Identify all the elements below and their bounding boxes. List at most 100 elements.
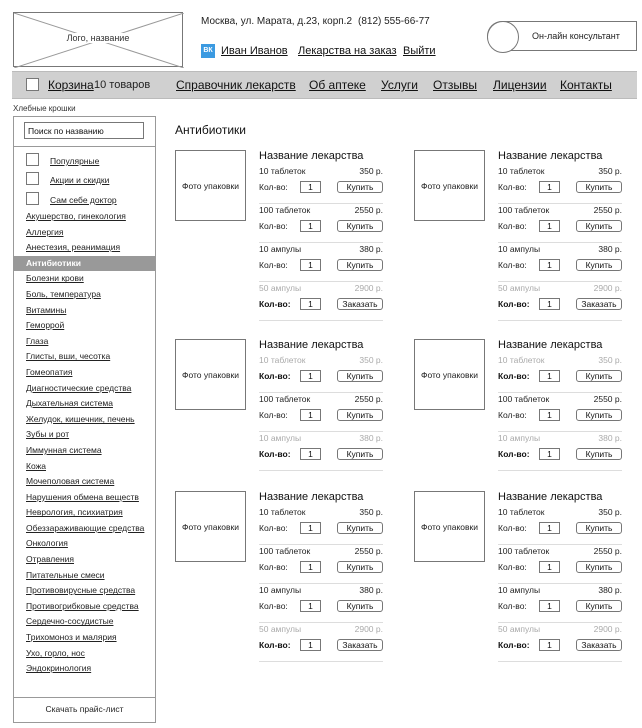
order-button[interactable]: Заказать: [337, 639, 383, 651]
sidebar-category-item[interactable]: Сердечно-сосудистые: [14, 614, 155, 630]
sidebar-category-item[interactable]: Мочеполовая система: [14, 474, 155, 490]
sidebar-category-item[interactable]: Дыхательная система: [14, 396, 155, 412]
product-photo[interactable]: Фото упаковки: [414, 491, 485, 562]
nav-link-services[interactable]: Услуги: [381, 78, 418, 92]
sidebar-category-item[interactable]: Противовирусные средства: [14, 583, 155, 599]
quantity-input[interactable]: 1: [539, 409, 560, 421]
sidebar-category-item[interactable]: Отравления: [14, 552, 155, 568]
buy-button[interactable]: Купить: [337, 561, 383, 573]
sidebar-category-item[interactable]: Боль, температура: [14, 287, 155, 303]
sidebar-category-item[interactable]: Гомеопатия: [14, 365, 155, 381]
product-name[interactable]: Название лекарства: [259, 150, 363, 162]
sidebar-category-item[interactable]: Зубы и рот: [14, 427, 155, 443]
buy-button[interactable]: Купить: [576, 522, 622, 534]
vk-icon[interactable]: ВК: [201, 44, 215, 58]
quantity-input[interactable]: 1: [300, 600, 321, 612]
quantity-input[interactable]: 1: [300, 259, 321, 271]
quantity-input[interactable]: 1: [539, 522, 560, 534]
sidebar-category-item[interactable]: Глисты, вши, чесотка: [14, 349, 155, 365]
download-price-list-link[interactable]: Скачать прайс-лист: [14, 704, 155, 714]
nav-link-reviews[interactable]: Отзывы: [433, 78, 477, 92]
sidebar-item-popular[interactable]: Популярные: [50, 156, 99, 166]
logout-link[interactable]: Выйти: [403, 45, 436, 57]
quantity-input[interactable]: 1: [300, 561, 321, 573]
product-name[interactable]: Название лекарства: [498, 491, 602, 503]
sidebar-category-item[interactable]: Обеззараживающие средства: [14, 521, 155, 537]
order-button[interactable]: Купить: [576, 448, 622, 460]
quantity-input[interactable]: 1: [300, 220, 321, 232]
sidebar-category-item[interactable]: Питательные смеси: [14, 568, 155, 584]
sidebar-item-promo[interactable]: Акции и скидки: [50, 175, 109, 185]
sidebar-category-item[interactable]: Диагностические средства: [14, 381, 155, 397]
sidebar-category-item[interactable]: Витамины: [14, 303, 155, 319]
sidebar-item-self-doctor[interactable]: Сам себе доктор: [50, 195, 117, 205]
sidebar-category-item[interactable]: Желудок, кишечник, печень: [14, 412, 155, 428]
buy-button[interactable]: Купить: [337, 409, 383, 421]
buy-button[interactable]: Купить: [337, 600, 383, 612]
product-name[interactable]: Название лекарства: [259, 491, 363, 503]
buy-button[interactable]: Купить: [337, 259, 383, 271]
product-name[interactable]: Название лекарства: [498, 150, 602, 162]
product-name[interactable]: Название лекарства: [259, 339, 363, 351]
quantity-input[interactable]: 1: [300, 298, 321, 310]
quantity-input[interactable]: 1: [300, 639, 321, 651]
order-button[interactable]: Заказать: [576, 298, 622, 310]
quantity-input[interactable]: 1: [539, 259, 560, 271]
sidebar-category-item[interactable]: Болезни крови: [14, 271, 155, 287]
product-name[interactable]: Название лекарства: [498, 339, 602, 351]
cart-link[interactable]: Корзина: [48, 78, 94, 92]
sidebar-category-item[interactable]: Ухо, горло, нос: [14, 646, 155, 662]
order-drugs-link[interactable]: Лекарства на заказ: [298, 45, 397, 57]
logo[interactable]: Лого, название: [13, 12, 184, 68]
quantity-input[interactable]: 1: [539, 448, 560, 460]
sidebar-category-item[interactable]: Эндокринология: [14, 661, 155, 677]
quantity-input[interactable]: 1: [300, 522, 321, 534]
sidebar-category-item[interactable]: Геморрой: [14, 318, 155, 334]
quantity-input[interactable]: 1: [300, 370, 321, 382]
cart-icon[interactable]: [26, 78, 39, 91]
quantity-input[interactable]: 1: [539, 639, 560, 651]
sidebar-category-item[interactable]: Анестезия, реанимация: [14, 240, 155, 256]
sidebar-category-item[interactable]: Иммунная система: [14, 443, 155, 459]
order-button[interactable]: Заказать: [576, 639, 622, 651]
buy-button[interactable]: Купить: [576, 259, 622, 271]
product-photo[interactable]: Фото упаковки: [414, 339, 485, 410]
quantity-input[interactable]: 1: [539, 220, 560, 232]
online-consultant-button[interactable]: Он-лайн консультант: [487, 21, 637, 53]
quantity-input[interactable]: 1: [300, 448, 321, 460]
quantity-input[interactable]: 1: [539, 600, 560, 612]
nav-link-reference[interactable]: Справочник лекарств: [176, 78, 296, 92]
sidebar-category-item[interactable]: Кожа: [14, 459, 155, 475]
sidebar-category-item[interactable]: Онкология: [14, 536, 155, 552]
quantity-input[interactable]: 1: [539, 370, 560, 382]
product-photo[interactable]: Фото упаковки: [175, 491, 246, 562]
sidebar-category-item[interactable]: Глаза: [14, 334, 155, 350]
sidebar-category-item[interactable]: Акушерство, гинекология: [14, 209, 155, 225]
buy-button[interactable]: Купить: [337, 522, 383, 534]
product-photo[interactable]: Фото упаковки: [414, 150, 485, 221]
search-input[interactable]: Поиск по названию: [24, 122, 144, 139]
quantity-input[interactable]: 1: [539, 561, 560, 573]
nav-link-contacts[interactable]: Контакты: [560, 78, 612, 92]
sidebar-category-item[interactable]: Аллергия: [14, 225, 155, 241]
sidebar-category-item[interactable]: Трихомоноз и малярия: [14, 630, 155, 646]
user-profile-link[interactable]: Иван Иванов: [221, 45, 288, 57]
order-button[interactable]: Купить: [337, 448, 383, 460]
product-photo[interactable]: Фото упаковки: [175, 339, 246, 410]
sidebar-category-item[interactable]: Нарушения обмена веществ: [14, 490, 155, 506]
quantity-input[interactable]: 1: [539, 181, 560, 193]
self-doctor-checkbox-icon[interactable]: [26, 192, 39, 205]
nav-link-about[interactable]: Об аптеке: [309, 78, 366, 92]
sidebar-category-item[interactable]: Неврология, психиатрия: [14, 505, 155, 521]
order-button[interactable]: Заказать: [337, 298, 383, 310]
buy-button[interactable]: Купить: [576, 220, 622, 232]
buy-button[interactable]: Купить: [576, 561, 622, 573]
sidebar-category-item[interactable]: Антибиотики: [14, 255, 155, 272]
quantity-input[interactable]: 1: [300, 181, 321, 193]
breadcrumb[interactable]: Хлебные крошки: [13, 104, 76, 113]
product-photo[interactable]: Фото упаковки: [175, 150, 246, 221]
buy-button[interactable]: Купить: [576, 181, 622, 193]
popular-checkbox-icon[interactable]: [26, 153, 39, 166]
order-button[interactable]: Купить: [576, 370, 622, 382]
nav-link-licenses[interactable]: Лицензии: [493, 78, 547, 92]
